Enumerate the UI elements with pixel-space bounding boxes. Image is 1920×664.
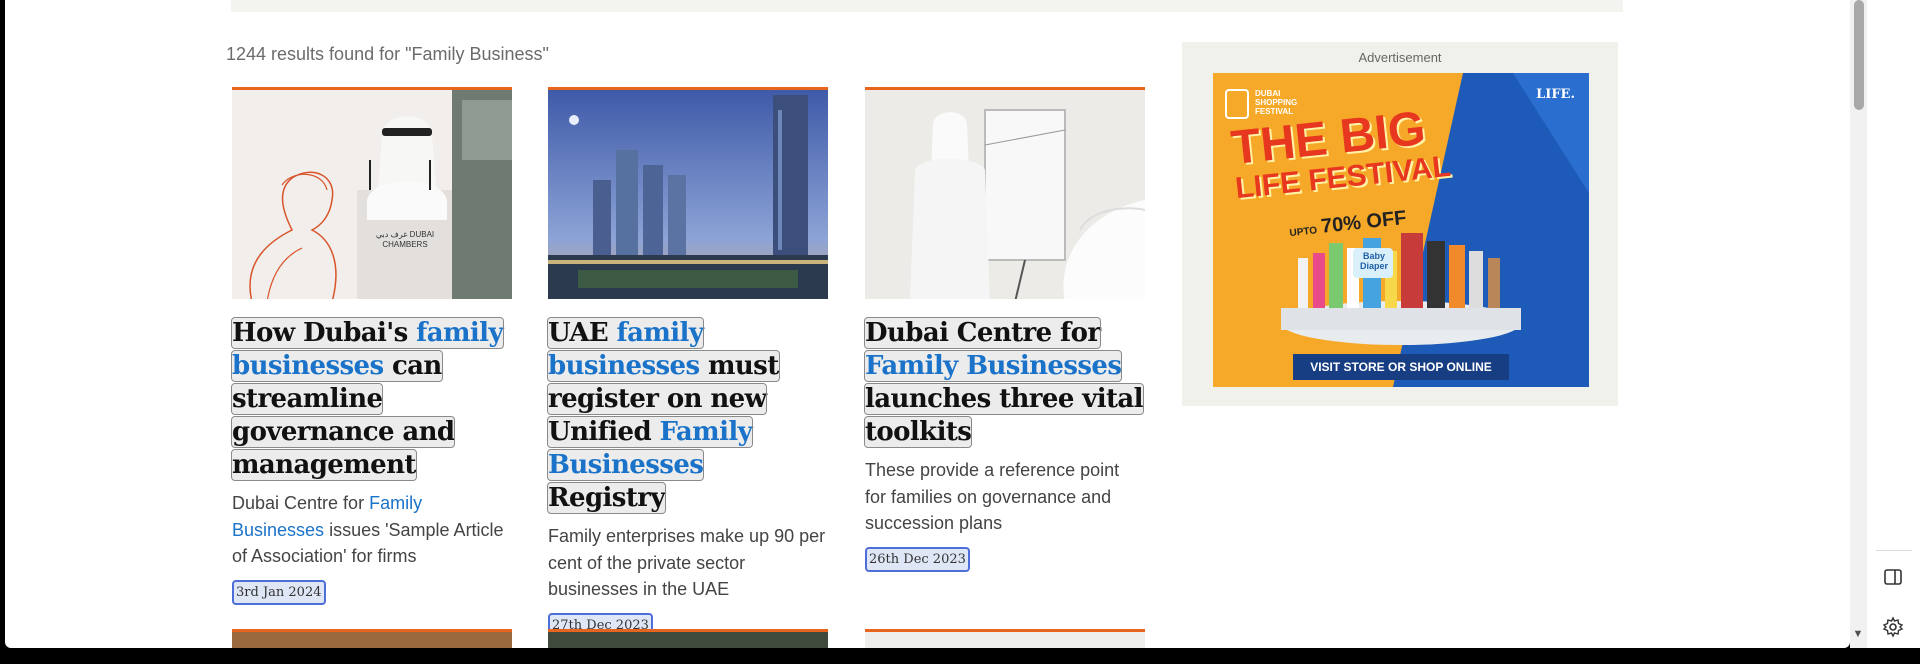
article-description: These provide a reference point for fami… — [865, 460, 1120, 533]
settings-gear-icon[interactable] — [1882, 616, 1904, 638]
article-description: Family enterprises make up 90 per cent o… — [548, 526, 826, 599]
advertisement-label: Advertisement — [1358, 50, 1442, 65]
article-title[interactable]: Dubai Centre for Family Businesses launc… — [864, 317, 1145, 449]
article-date: 26th Dec 2023 — [865, 546, 970, 572]
results-count: 1244 results found for "Family Business" — [226, 44, 549, 64]
ad-offer-upto: UPTO — [1289, 225, 1318, 240]
article-description: Dubai Centre for Family Businesses issue… — [232, 490, 512, 570]
title-text[interactable]: Registry — [548, 483, 665, 513]
article-title[interactable]: UAE family businesses must register on n… — [547, 317, 828, 515]
article-image-partial[interactable] — [865, 629, 1145, 648]
title-highlight[interactable]: Family Businesses — [865, 351, 1122, 381]
podium-logo-text: غرف دبي DUBAI CHAMBERS — [375, 230, 435, 249]
article-date: 3rd Jan 2024 — [232, 579, 326, 605]
article-image[interactable] — [548, 87, 828, 299]
article-title[interactable]: How Dubai's family businesses can stream… — [231, 317, 512, 482]
ad-cta-button[interactable]: VISIT STORE OR SHOP ONLINE — [1293, 354, 1509, 380]
scrollbar-thumb[interactable] — [1854, 0, 1864, 110]
sidebar-toggle-icon[interactable] — [1882, 566, 1904, 588]
article-image[interactable] — [865, 87, 1145, 299]
desc-text: Dubai Centre for — [232, 493, 370, 513]
article-image-partial[interactable] — [548, 629, 828, 648]
article-image[interactable]: غرف دبي DUBAI CHAMBERS — [232, 87, 512, 299]
shopping-bag-icon — [1225, 89, 1249, 119]
title-text[interactable]: Dubai Centre for — [865, 318, 1101, 348]
screen-bottom-bar — [0, 648, 1920, 664]
side-panel-divider — [1876, 550, 1912, 551]
article-card[interactable]: غرف دبي DUBAI CHAMBERS How Dubai's famil… — [231, 87, 512, 605]
top-search-strip — [231, 0, 1623, 12]
advertisement-box: Advertisement DUBAI SHOPPING FESTIVAL LI… — [1182, 42, 1618, 406]
article-image-partial[interactable] — [232, 629, 512, 648]
title-text[interactable]: UAE — [548, 318, 617, 348]
title-text[interactable]: How Dubai's — [232, 318, 416, 348]
ad-banner[interactable]: DUBAI SHOPPING FESTIVAL LIFE. THE BIG LI… — [1213, 73, 1589, 387]
article-card[interactable]: UAE family businesses must register on n… — [547, 87, 828, 638]
title-text[interactable]: launches three vital toolkits — [865, 384, 1144, 447]
scroll-down-arrow-icon[interactable]: ▼ — [1849, 628, 1867, 646]
brand-logo: LIFE. — [1536, 87, 1575, 102]
article-card[interactable]: Dubai Centre for Family Businesses launc… — [864, 87, 1145, 572]
ad-product-tag: Baby Diaper — [1359, 251, 1388, 271]
